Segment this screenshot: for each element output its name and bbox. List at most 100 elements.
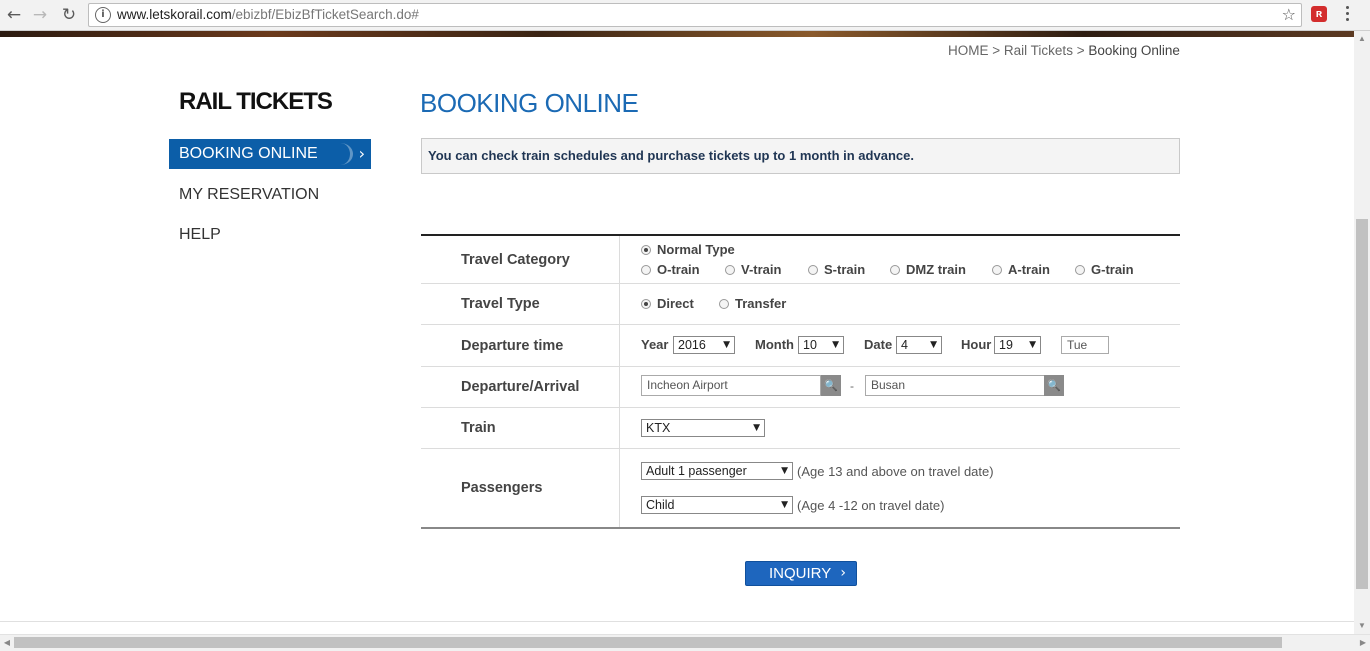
chevron-right-icon: › [358, 144, 365, 163]
menu-dots-icon[interactable] [1342, 6, 1352, 24]
address-bar[interactable]: i www.letskorail.com/ebizbf/EbizBfTicket… [88, 3, 1302, 27]
reload-icon[interactable]: ↻ [59, 5, 79, 25]
url-host: www.letskorail.com [117, 7, 232, 22]
extension-icon[interactable]: ʀ [1311, 6, 1327, 22]
train-select[interactable]: KTX ▼ [641, 419, 765, 437]
hour-select[interactable]: 19 ▼ [994, 336, 1041, 354]
child-value: Child [646, 498, 675, 512]
sidebar-item-label: MY RESERVATION [179, 186, 320, 203]
passengers-row: Passengers Adult 1 passenger ▼ (Age 13 an… [421, 449, 1180, 527]
radio-dmz-train[interactable]: DMZ train [890, 262, 966, 277]
scroll-up-arrow-icon[interactable]: ▲ [1354, 31, 1370, 47]
decorative-arc-icon [328, 143, 353, 165]
radio-s-train[interactable]: S-train [808, 262, 865, 277]
weekday-field: Tue [1061, 336, 1109, 354]
dropdown-arrow-icon: ▼ [1029, 340, 1036, 350]
inquiry-label: INQUIRY [769, 565, 832, 582]
sidebar-item-my-reservation[interactable]: MY RESERVATION [169, 180, 371, 210]
departure-search-icon[interactable]: 🔍 [821, 375, 841, 396]
dropdown-arrow-icon: ▼ [753, 423, 760, 433]
station-separator: - [850, 379, 854, 393]
hour-value: 19 [999, 338, 1013, 352]
horizontal-scrollbar[interactable]: ◀ ▶ [0, 634, 1370, 651]
radio-label: Direct [657, 296, 694, 311]
breadcrumb-section[interactable]: Rail Tickets [1004, 43, 1073, 58]
scroll-down-arrow-icon[interactable]: ▼ [1354, 618, 1370, 634]
travel-type-row: Travel Type Direct Transfer [421, 284, 1180, 325]
dropdown-arrow-icon: ▼ [930, 340, 937, 350]
radio-label: O-train [657, 262, 700, 277]
dropdown-arrow-icon: ▼ [832, 340, 839, 350]
departure-station-input[interactable]: Incheon Airport [641, 375, 821, 396]
radio-direct[interactable]: Direct [641, 296, 694, 311]
departure-arrival-label: Departure/Arrival [421, 367, 620, 407]
forward-arrow-icon[interactable]: → [30, 5, 50, 25]
breadcrumb: HOME > Rail Tickets > Booking Online [948, 43, 1180, 58]
departure-time-row: Departure time Year 2016 ▼ Month 10 ▼ Date… [421, 325, 1180, 367]
travel-type-label: Travel Type [421, 284, 620, 324]
footer-divider [0, 621, 1354, 622]
passengers-label: Passengers [421, 449, 620, 527]
radio-dot-icon [1075, 264, 1085, 275]
header-banner-image [0, 31, 1354, 37]
train-row: Train KTX ▼ [421, 408, 1180, 449]
browser-toolbar: ← → ↻ i www.letskorail.com/ebizbf/EbizBf… [0, 0, 1370, 31]
month-select[interactable]: 10 ▼ [798, 336, 844, 354]
horizontal-scroll-thumb[interactable] [14, 637, 1282, 648]
radio-dot-icon [992, 264, 1002, 275]
back-arrow-icon[interactable]: ← [4, 5, 24, 25]
child-passenger-select[interactable]: Child ▼ [641, 496, 793, 514]
departure-time-label: Departure time [421, 325, 620, 366]
radio-dot-icon [641, 264, 651, 275]
breadcrumb-separator: > [1076, 43, 1085, 58]
sidebar-item-booking-online[interactable]: BOOKING ONLINE › [169, 139, 371, 169]
year-select[interactable]: 2016 ▼ [673, 336, 735, 354]
radio-dot-icon [725, 264, 735, 275]
vertical-scroll-thumb[interactable] [1356, 219, 1368, 589]
month-value: 10 [803, 338, 817, 352]
radio-g-train[interactable]: G-train [1075, 262, 1134, 277]
train-value: KTX [646, 421, 671, 435]
breadcrumb-home[interactable]: HOME [948, 43, 989, 58]
dropdown-arrow-icon: ▼ [723, 340, 730, 350]
month-label: Month [755, 337, 794, 352]
dropdown-arrow-icon: ▼ [781, 500, 788, 510]
adult-value: Adult 1 passenger [646, 464, 747, 478]
url-text[interactable]: www.letskorail.com/ebizbf/EbizBfTicketSe… [117, 7, 419, 22]
scroll-right-arrow-icon[interactable]: ▶ [1356, 635, 1370, 651]
date-value: 4 [901, 338, 908, 352]
travel-category-label: Travel Category [421, 236, 620, 283]
radio-label: S-train [824, 262, 866, 277]
radio-v-train[interactable]: V-train [725, 262, 781, 277]
scroll-left-arrow-icon[interactable]: ◀ [0, 635, 14, 651]
radio-a-train[interactable]: A-train [992, 262, 1050, 277]
info-icon[interactable]: i [95, 7, 111, 23]
date-select[interactable]: 4 ▼ [896, 336, 942, 354]
radio-label: Normal Type [657, 242, 735, 257]
adult-passenger-select[interactable]: Adult 1 passenger ▼ [641, 462, 793, 480]
bookmark-star-icon[interactable]: ☆ [1282, 5, 1296, 24]
arrival-station-input[interactable]: Busan [865, 375, 1045, 396]
notice-box: You can check train schedules and purcha… [421, 138, 1180, 174]
sidebar-item-label: BOOKING ONLINE [179, 145, 318, 162]
radio-dot-icon [890, 264, 900, 275]
sidebar-item-label: HELP [179, 226, 221, 243]
chevron-right-icon: › [840, 565, 846, 581]
booking-form: Travel Category Normal Type O-train V-tr… [421, 234, 1180, 529]
inquiry-button[interactable]: INQUIRY › [745, 561, 857, 586]
url-path: /ebizbf/EbizBfTicketSearch.do# [231, 7, 419, 22]
train-label: Train [421, 408, 620, 448]
radio-dot-icon [641, 244, 651, 255]
radio-label: A-train [1008, 262, 1050, 277]
page-title: BOOKING ONLINE [420, 88, 639, 118]
vertical-scrollbar[interactable]: ▲ ▼ [1354, 31, 1370, 634]
radio-label: Transfer [735, 296, 787, 311]
date-label: Date [864, 337, 893, 352]
radio-o-train[interactable]: O-train [641, 262, 700, 277]
radio-transfer[interactable]: Transfer [719, 296, 786, 311]
radio-label: V-train [741, 262, 782, 277]
travel-category-row: Travel Category Normal Type O-train V-tr… [421, 236, 1180, 284]
sidebar-item-help[interactable]: HELP [169, 220, 371, 250]
radio-normal-type[interactable]: Normal Type [641, 242, 735, 257]
arrival-search-icon[interactable]: 🔍 [1044, 375, 1064, 396]
